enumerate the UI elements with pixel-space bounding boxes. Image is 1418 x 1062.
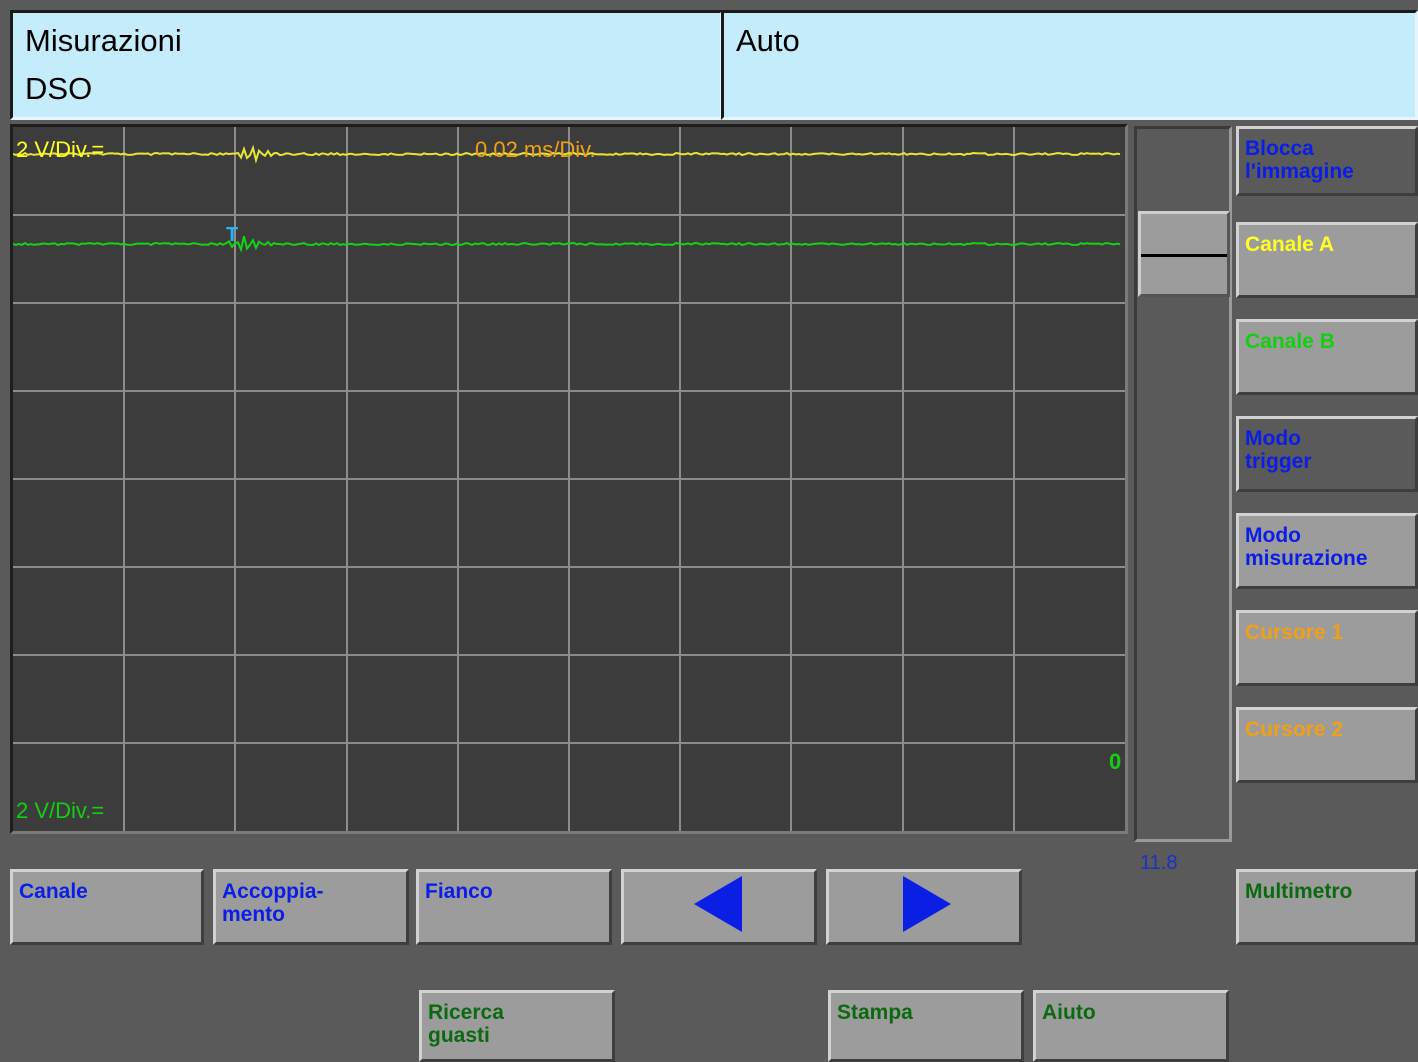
channel-a-button[interactable]: Canale A bbox=[1236, 222, 1418, 298]
edge-button-label: Fianco bbox=[425, 880, 493, 903]
channel-a-button-label: Canale A bbox=[1245, 233, 1335, 256]
trigger-mode-button[interactable]: Modo trigger bbox=[1236, 416, 1418, 492]
channel-b-scale-label: 2 V/Div.= bbox=[16, 798, 105, 823]
freeze-image-button-label: Blocca l'immagine bbox=[1245, 137, 1354, 183]
troubleshooting-button-label: Ricerca guasti bbox=[428, 1001, 504, 1047]
cursor-2-button-label: Cursore 2 bbox=[1245, 718, 1344, 741]
page-title: Misurazioni bbox=[25, 23, 182, 58]
channel-button-label: Canale bbox=[19, 880, 88, 903]
header-mode-panel: Auto bbox=[721, 10, 1418, 120]
slider-thumb-line bbox=[1141, 254, 1227, 257]
channel-b-trace bbox=[13, 235, 1121, 253]
help-button[interactable]: Aiuto bbox=[1033, 990, 1229, 1062]
troubleshooting-button[interactable]: Ricerca guasti bbox=[419, 990, 615, 1062]
previous-button[interactable] bbox=[621, 869, 817, 945]
measurement-mode-button-label: Modo misurazione bbox=[1245, 524, 1368, 570]
help-button-label: Aiuto bbox=[1042, 1001, 1096, 1024]
oscilloscope-screen: 2 V/Div.= 0.02 ms/Div. 2 V/Div.= 0 T bbox=[10, 124, 1128, 834]
channel-b-button-label: Canale B bbox=[1245, 330, 1335, 353]
trigger-marker: T bbox=[226, 224, 239, 246]
coupling-button-label: Accoppia- mento bbox=[222, 880, 324, 926]
channel-b-button[interactable]: Canale B bbox=[1236, 319, 1418, 395]
vertical-slider-thumb[interactable] bbox=[1138, 211, 1230, 297]
page-subtitle: DSO bbox=[25, 71, 93, 106]
multimeter-button[interactable]: Multimetro bbox=[1236, 869, 1418, 945]
measurement-mode-button[interactable]: Modo misurazione bbox=[1236, 513, 1418, 589]
print-button-label: Stampa bbox=[837, 1001, 913, 1024]
edge-button[interactable]: Fianco bbox=[416, 869, 612, 945]
timebase-label: 0.02 ms/Div. bbox=[475, 137, 596, 162]
channel-button[interactable]: Canale bbox=[10, 869, 204, 945]
slider-value-label: 11.8 bbox=[1140, 852, 1178, 874]
arrow-right-icon bbox=[903, 876, 951, 932]
cursor-1-button-label: Cursore 1 bbox=[1245, 621, 1344, 644]
print-button[interactable]: Stampa bbox=[828, 990, 1024, 1062]
next-button[interactable] bbox=[826, 869, 1022, 945]
header-title-panel: Misurazioni DSO bbox=[10, 10, 723, 120]
cursor-2-button[interactable]: Cursore 2 bbox=[1236, 707, 1418, 783]
trigger-mode-button-label: Modo trigger bbox=[1245, 427, 1312, 473]
arrow-left-icon bbox=[694, 876, 742, 932]
coupling-button[interactable]: Accoppia- mento bbox=[213, 869, 409, 945]
mode-label: Auto bbox=[736, 23, 800, 58]
multimeter-button-label: Multimetro bbox=[1245, 880, 1353, 903]
scope-grid-and-traces bbox=[13, 127, 1125, 831]
freeze-image-button[interactable]: Blocca l'immagine bbox=[1236, 126, 1418, 196]
channel-a-scale-label: 2 V/Div.= bbox=[16, 137, 105, 162]
cursor-1-button[interactable]: Cursore 1 bbox=[1236, 610, 1418, 686]
zero-marker: 0 bbox=[1109, 749, 1122, 774]
